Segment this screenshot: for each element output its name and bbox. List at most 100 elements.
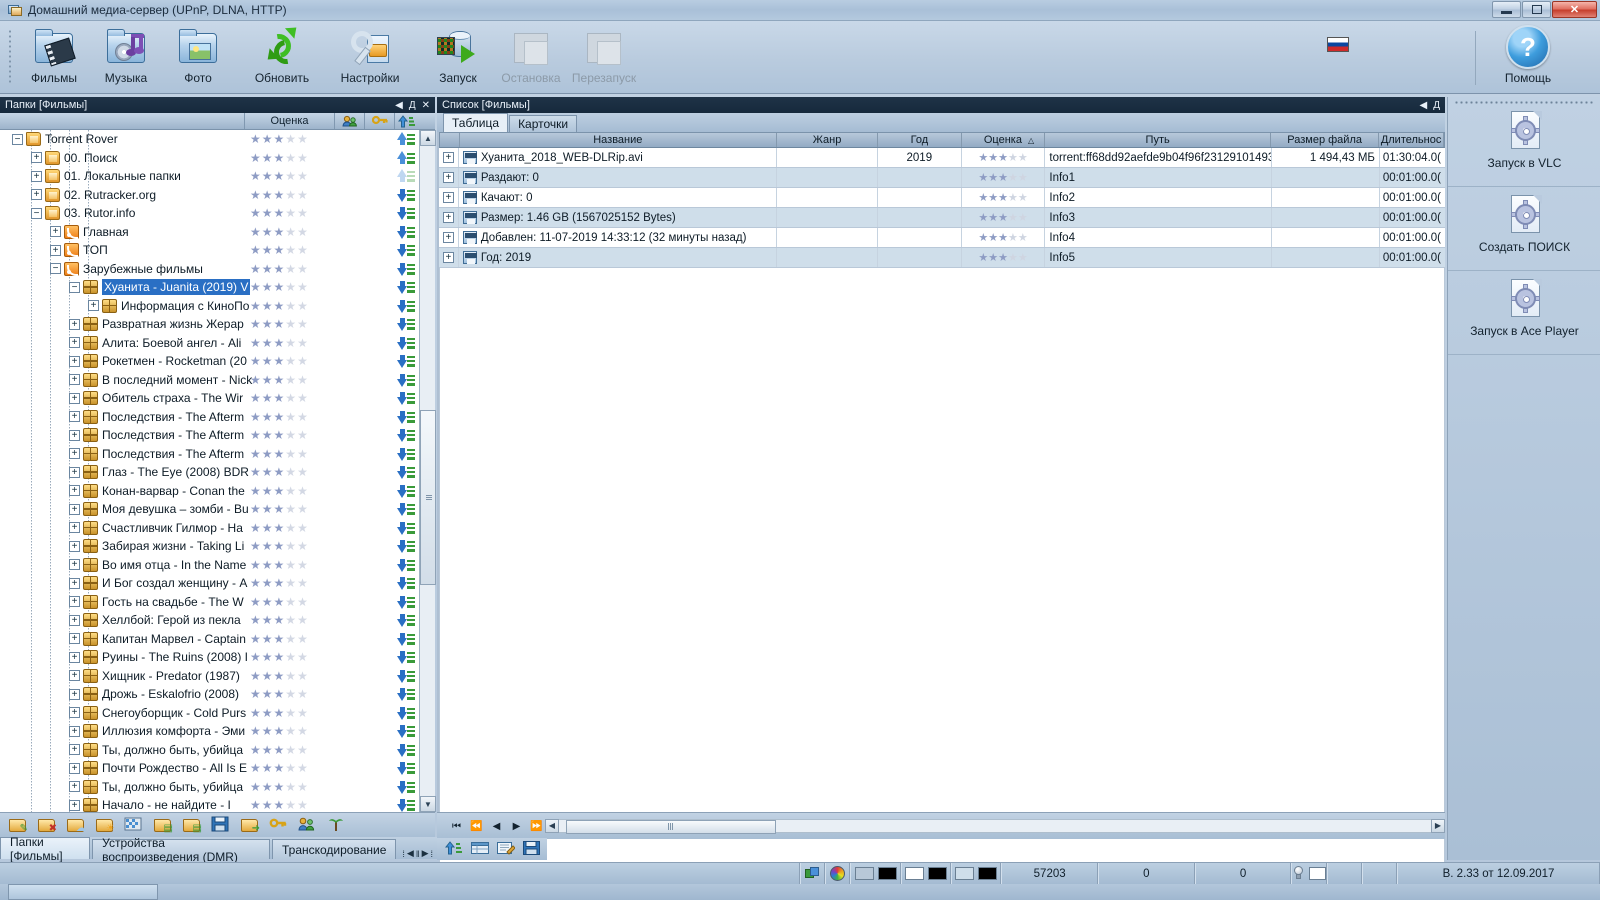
bottom-tab-2[interactable]: Транскодирование bbox=[272, 839, 396, 859]
cell-rating[interactable]: ★★★★★ bbox=[962, 248, 1046, 267]
tree-item-rating[interactable]: ★★★★★ bbox=[250, 262, 330, 276]
tree-item-rating[interactable]: ★★★★★ bbox=[250, 669, 330, 683]
color-swatch[interactable] bbox=[855, 867, 874, 880]
tree-item-rating[interactable]: ★★★★★ bbox=[250, 373, 330, 387]
palm-icon[interactable] bbox=[327, 816, 347, 834]
tree-item-rating[interactable]: ★★★★★ bbox=[250, 558, 330, 572]
russian-flag-icon[interactable] bbox=[1327, 37, 1349, 52]
hscroll-right-button[interactable]: ▶ bbox=[1431, 819, 1445, 833]
sidebar-action-0[interactable]: Запуск в VLC bbox=[1448, 103, 1600, 187]
transfer-icon[interactable] bbox=[445, 841, 463, 857]
puzzle-icon[interactable] bbox=[800, 863, 825, 884]
tree-item[interactable]: −Зарубежные фильмы★★★★★ bbox=[0, 260, 435, 279]
tree-item[interactable]: +Последствия - The Afterm★★★★★ bbox=[0, 426, 435, 445]
tree-item[interactable]: +Забирая жизни - Taking Li★★★★★ bbox=[0, 537, 435, 556]
sidebar-action-1[interactable]: Создать ПОИСК bbox=[1448, 187, 1600, 271]
tree-item-rating[interactable]: ★★★★★ bbox=[250, 706, 330, 720]
tab-nav-pause[interactable]: ‖ bbox=[416, 849, 420, 859]
tree-item-rating[interactable]: ★★★★★ bbox=[250, 613, 330, 627]
tree-expander[interactable]: − bbox=[31, 208, 42, 219]
cell-rating[interactable]: ★★★★★ bbox=[962, 148, 1046, 167]
tab-nav-prev[interactable]: ◀ bbox=[407, 848, 414, 859]
tree-item-rating[interactable]: ★★★★★ bbox=[250, 465, 330, 479]
tree-item[interactable]: +Дрожь - Eskalofrio (2008)★★★★★ bbox=[0, 685, 435, 704]
tree-expander[interactable]: + bbox=[69, 633, 80, 644]
tree-item-rating[interactable]: ★★★★★ bbox=[250, 484, 330, 498]
list-panel-pin-icon[interactable]: Д bbox=[1433, 100, 1440, 111]
color-swatch[interactable] bbox=[978, 867, 997, 880]
color-swatch[interactable] bbox=[955, 867, 974, 880]
swatch-pair-3[interactable] bbox=[951, 863, 1001, 884]
edit-folder-icon[interactable]: ✎ bbox=[8, 816, 28, 834]
tree-item[interactable]: +Развратная жизнь Жерар★★★★★ bbox=[0, 315, 435, 334]
hscroll-thumb[interactable] bbox=[566, 820, 776, 834]
tree-item-rating[interactable]: ★★★★★ bbox=[250, 391, 330, 405]
tree-expander[interactable]: + bbox=[69, 781, 80, 792]
tree-expander[interactable]: + bbox=[69, 726, 80, 737]
edit-icon[interactable] bbox=[497, 841, 515, 857]
toolbar-button-restart[interactable]: Перезапуск bbox=[562, 25, 646, 91]
tab-nav-grip[interactable]: ⁞ bbox=[402, 849, 405, 859]
sun-folder-icon[interactable]: ☀ bbox=[95, 816, 115, 834]
scroll-up-button[interactable]: ▲ bbox=[420, 130, 436, 146]
swatch-pair-2[interactable] bbox=[901, 863, 951, 884]
tree-item[interactable]: +Капитан Марвел - Captain★★★★★ bbox=[0, 630, 435, 649]
results-grid[interactable]: НазваниеЖанрГодОценка△ПутьРазмер файлаДл… bbox=[439, 132, 1445, 900]
grid-column-header[interactable]: Размер файла bbox=[1271, 133, 1379, 147]
cell-rating[interactable]: ★★★★★ bbox=[962, 188, 1046, 207]
sidebar-action-2[interactable]: Запуск в Ace Player bbox=[1448, 271, 1600, 355]
tree-expander[interactable]: + bbox=[69, 652, 80, 663]
table-row[interactable]: +Качают: 0★★★★★Info200:01:00.0( bbox=[439, 188, 1445, 208]
tree-item-rating[interactable]: ★★★★★ bbox=[250, 576, 330, 590]
grid-column-header[interactable]: Длительнос bbox=[1379, 133, 1444, 147]
tree-item-rating[interactable]: ★★★★★ bbox=[250, 225, 330, 239]
tree-expander[interactable]: + bbox=[69, 467, 80, 478]
tree-item-rating[interactable]: ★★★★★ bbox=[250, 206, 330, 220]
row-expander[interactable]: + bbox=[443, 252, 454, 263]
maximize-button[interactable] bbox=[1522, 1, 1551, 18]
cell-rating[interactable]: ★★★★★ bbox=[962, 168, 1046, 187]
tree-item[interactable]: +Руины - The Ruins (2008) I★★★★★ bbox=[0, 648, 435, 667]
tree-item[interactable]: +01. Локальные папки★★★★★ bbox=[0, 167, 435, 186]
row-expander[interactable]: + bbox=[443, 212, 454, 223]
tree-item[interactable]: −Torrent Rover★★★★★ bbox=[0, 130, 435, 149]
tree-item[interactable]: +Иллюзия комфорта - Эми★★★★★ bbox=[0, 722, 435, 741]
tree-expander[interactable]: − bbox=[50, 263, 61, 274]
tree-expander[interactable]: + bbox=[69, 522, 80, 533]
cell-rating[interactable]: ★★★★★ bbox=[962, 208, 1046, 227]
key-icon[interactable] bbox=[269, 816, 289, 834]
tree-expander[interactable]: + bbox=[69, 707, 80, 718]
transfer-icon[interactable] bbox=[395, 113, 419, 129]
tree-item-rating[interactable]: ★★★★★ bbox=[250, 798, 330, 812]
scroll-down-button[interactable]: ▼ bbox=[420, 796, 436, 812]
toolbar-button-help[interactable]: ? Помощь bbox=[1482, 25, 1574, 91]
taskbar-button[interactable] bbox=[8, 884, 158, 900]
tree-item[interactable]: +В последний момент - Nick★★★★★ bbox=[0, 371, 435, 390]
hscroll-left-button[interactable]: ◀ bbox=[545, 819, 559, 833]
save-icon[interactable] bbox=[523, 841, 541, 857]
tree-expander[interactable]: + bbox=[69, 615, 80, 626]
tree-item-rating[interactable]: ★★★★★ bbox=[250, 724, 330, 738]
row-expander-cell[interactable]: + bbox=[439, 168, 459, 187]
row-expander-cell[interactable]: + bbox=[439, 148, 459, 167]
tree-expander[interactable]: + bbox=[69, 448, 80, 459]
tree-expander[interactable]: + bbox=[31, 152, 42, 163]
users-icon[interactable] bbox=[298, 816, 318, 834]
table-row[interactable]: +Год: 2019★★★★★Info500:01:00.0( bbox=[439, 248, 1445, 268]
grid-column-header[interactable]: Оценка△ bbox=[962, 133, 1046, 147]
tree-item[interactable]: +Глаз - The Eye (2008) BDR★★★★★ bbox=[0, 463, 435, 482]
users-icon[interactable] bbox=[335, 113, 365, 129]
tab-nav-next[interactable]: ▶ bbox=[422, 848, 429, 859]
tree-expander[interactable]: + bbox=[69, 319, 80, 330]
close-button[interactable]: ✕ bbox=[1552, 1, 1597, 18]
tree-item[interactable]: +Начало - не найдите - I★★★★★ bbox=[0, 796, 435, 812]
tree-item-rating[interactable]: ★★★★★ bbox=[250, 151, 330, 165]
tree-item[interactable]: −03. Rutor.info★★★★★ bbox=[0, 204, 435, 223]
row-expander[interactable]: + bbox=[443, 152, 454, 163]
tree-expander[interactable]: + bbox=[69, 578, 80, 589]
tree-expander[interactable]: + bbox=[50, 245, 61, 256]
key-icon[interactable] bbox=[365, 113, 395, 129]
tree-item-rating[interactable]: ★★★★★ bbox=[250, 521, 330, 535]
add-folder-icon[interactable]: ▤ bbox=[153, 816, 173, 834]
row-expander-cell[interactable]: + bbox=[439, 228, 459, 247]
